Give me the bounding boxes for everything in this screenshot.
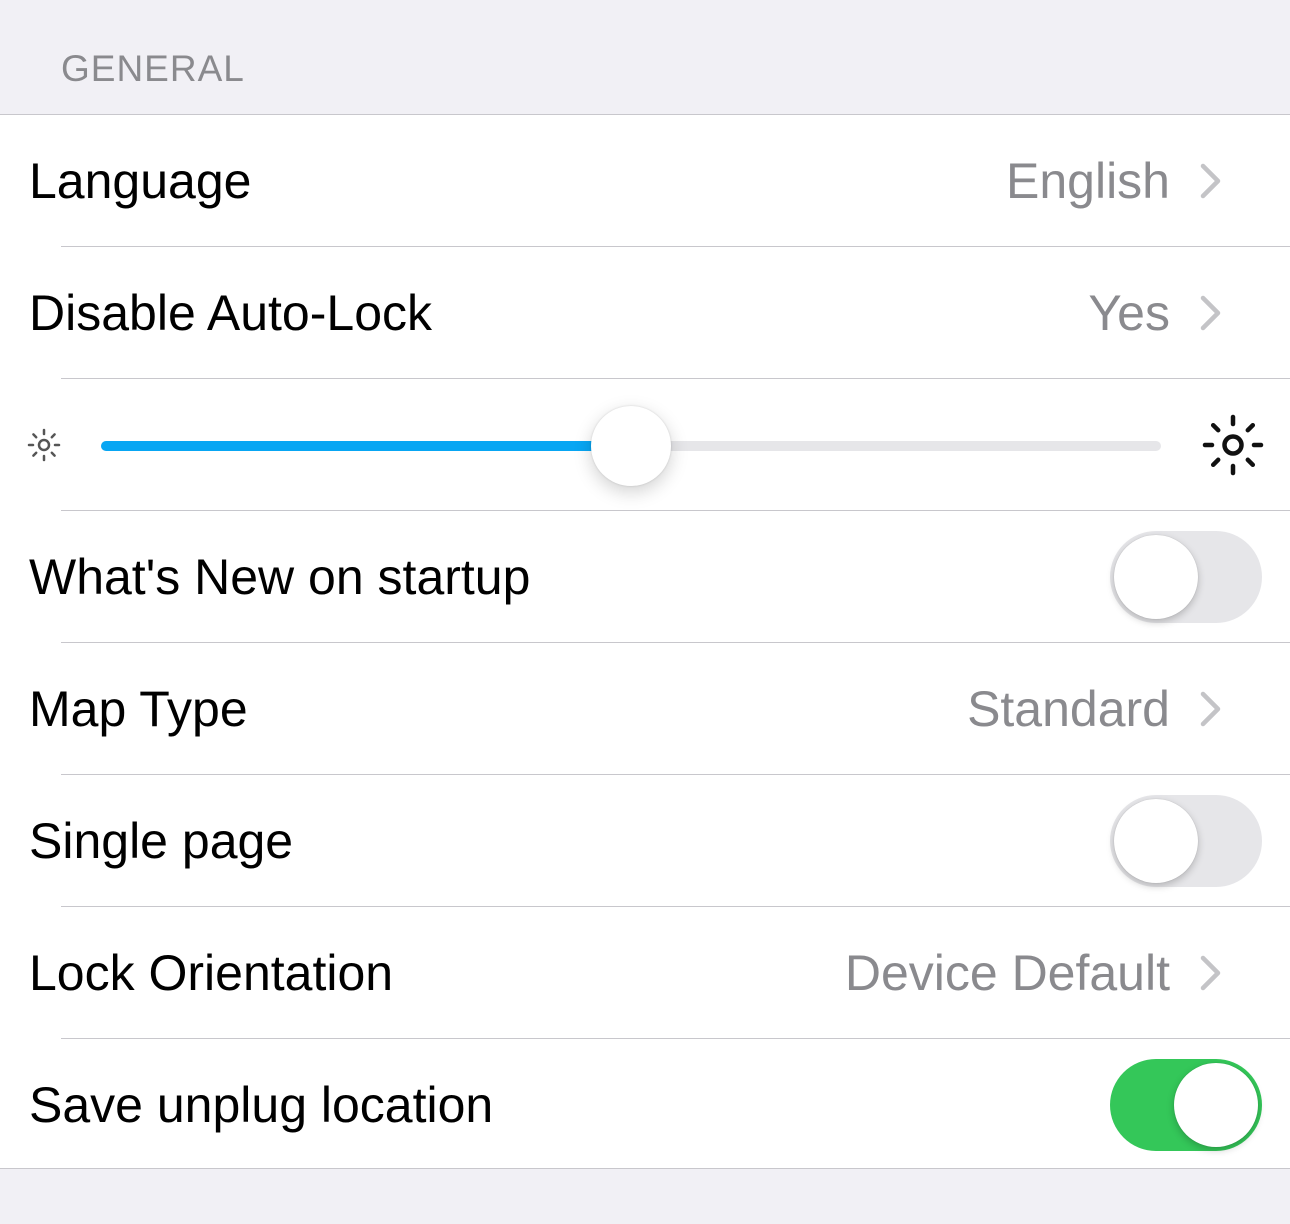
row-value: Device Default	[844, 945, 1170, 1001]
brightness-slider-thumb[interactable]	[591, 406, 671, 486]
row-label: Language	[29, 153, 252, 209]
settings-row-language[interactable]: Language English	[0, 115, 1290, 247]
row-label: Save unplug location	[29, 1077, 494, 1133]
settings-row-whats-new: What's New on startup	[0, 511, 1290, 643]
row-label: What's New on startup	[29, 549, 531, 605]
settings-row-auto-lock[interactable]: Disable Auto-Lock Yes	[0, 247, 1290, 379]
row-label: Lock Orientation	[29, 945, 394, 1001]
settings-row-single-page: Single page	[0, 775, 1290, 907]
settings-row-map-type[interactable]: Map Type Standard	[0, 643, 1290, 775]
row-label: Single page	[29, 813, 294, 869]
section-header: GENERAL	[0, 0, 1290, 114]
toggle-knob	[1114, 535, 1198, 619]
chevron-right-icon	[1200, 295, 1221, 331]
row-label: Disable Auto-Lock	[29, 285, 433, 341]
row-value: English	[1006, 153, 1170, 209]
toggle-knob	[1174, 1063, 1258, 1147]
settings-row-brightness	[0, 379, 1290, 511]
brightness-slider[interactable]	[101, 406, 1161, 486]
row-value: Standard	[967, 681, 1170, 737]
brightness-slider-fill	[101, 441, 631, 451]
toggle-knob	[1114, 799, 1198, 883]
settings-row-lock-orientation[interactable]: Lock Orientation Device Default	[0, 907, 1290, 1039]
settings-group: Language English Disable Auto-Lock Yes W…	[0, 114, 1290, 1169]
section-title: GENERAL	[61, 48, 245, 89]
sun-large-icon	[1202, 414, 1264, 476]
settings-row-save-unplug: Save unplug location	[0, 1039, 1290, 1171]
chevron-right-icon	[1200, 955, 1221, 991]
save-unplug-toggle[interactable]	[1110, 1059, 1262, 1151]
sun-small-icon	[27, 428, 61, 462]
chevron-right-icon	[1200, 691, 1221, 727]
chevron-right-icon	[1200, 163, 1221, 199]
row-label: Map Type	[29, 681, 248, 737]
single-page-toggle[interactable]	[1110, 795, 1262, 887]
row-value: Yes	[1088, 285, 1170, 341]
whats-new-toggle[interactable]	[1110, 531, 1262, 623]
